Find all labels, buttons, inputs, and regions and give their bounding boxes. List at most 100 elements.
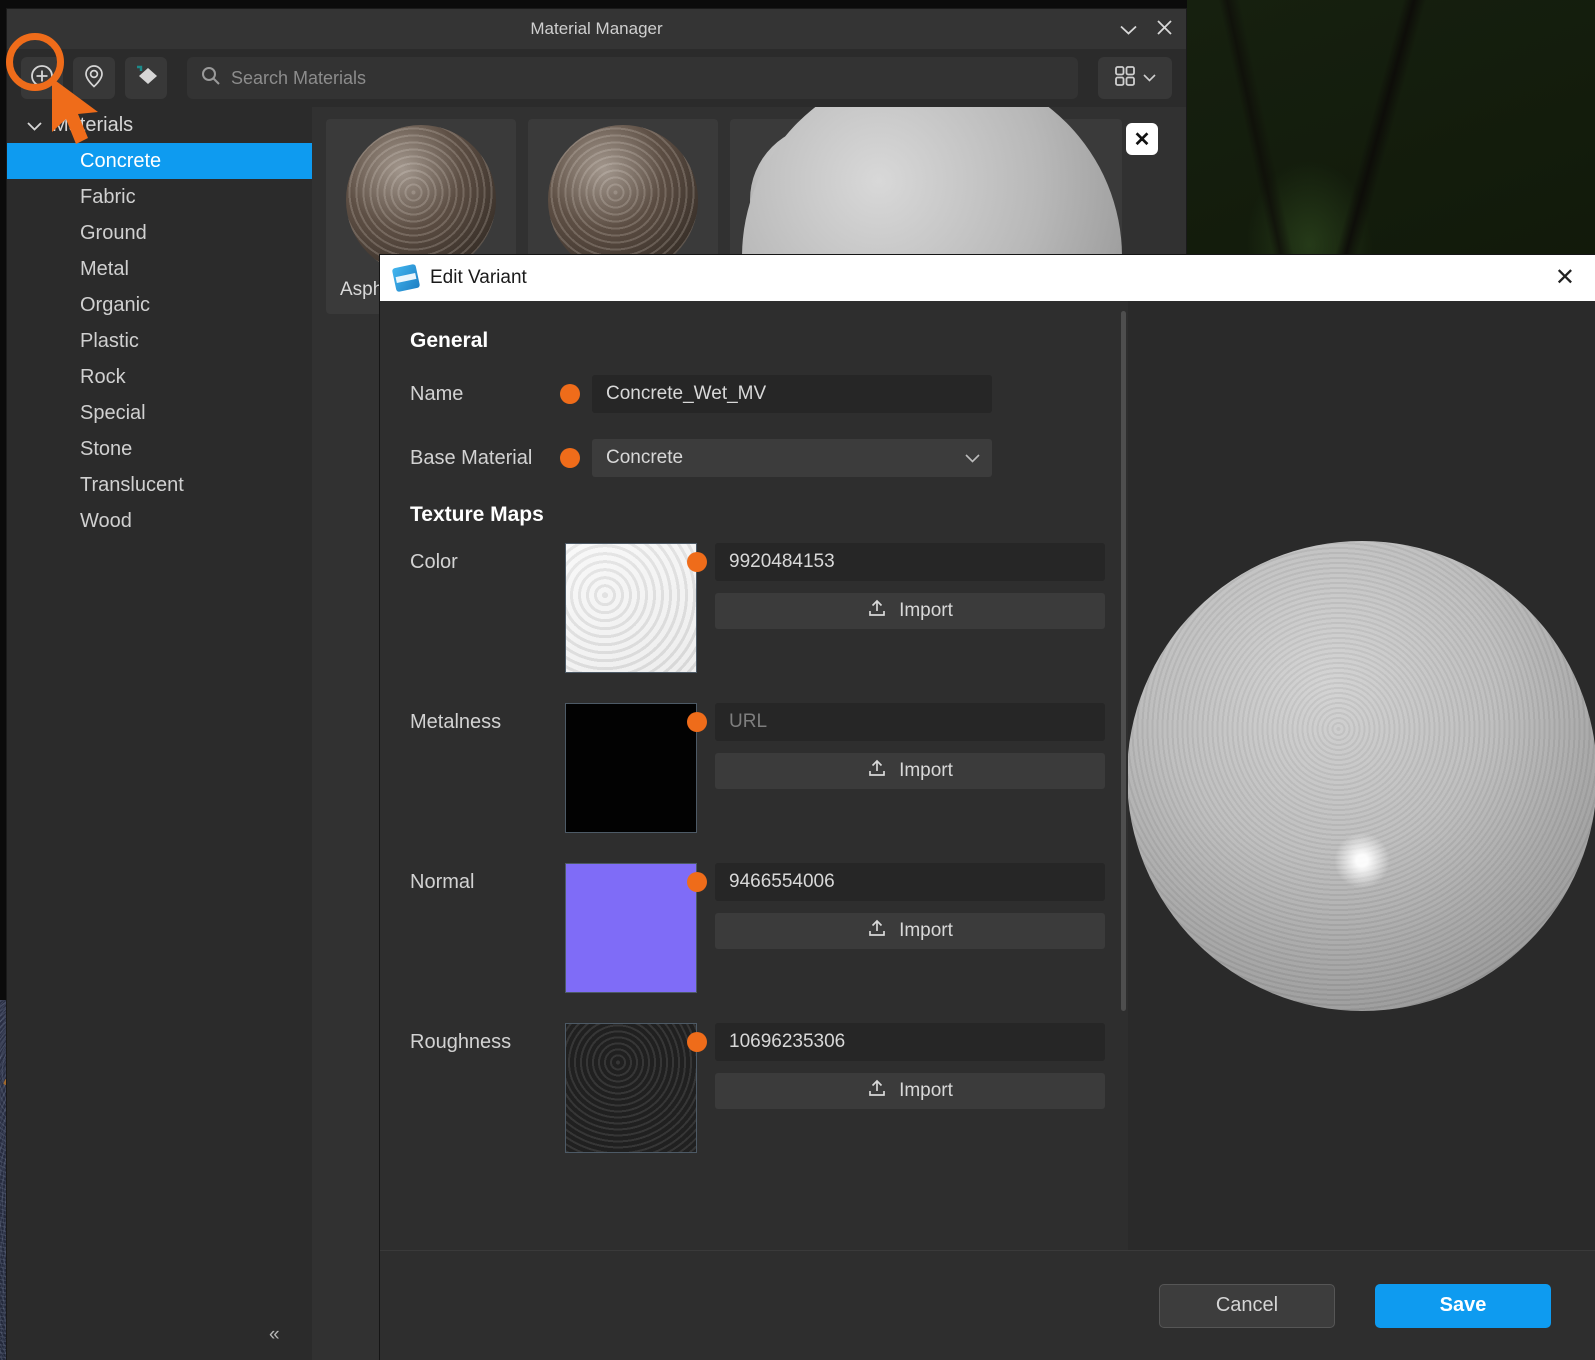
sidebar-item-stone[interactable]: Stone <box>7 431 312 467</box>
name-label: Name <box>410 383 560 406</box>
sidebar-tree-root[interactable]: Materials <box>7 107 312 143</box>
annotation-dot <box>687 552 707 572</box>
chevron-down-icon[interactable] <box>1118 21 1138 38</box>
name-input[interactable] <box>592 375 992 413</box>
texture-maps-heading: Texture Maps <box>410 503 1088 527</box>
grid-view-icon <box>1114 65 1136 92</box>
texture-map-label: Normal <box>410 863 565 993</box>
sidebar-item-label: Organic <box>80 294 150 317</box>
dialog-close-button[interactable]: ✕ <box>1549 266 1581 290</box>
window-title: Material Manager <box>530 19 662 39</box>
sidebar-item-label: Rock <box>80 366 126 389</box>
upload-icon <box>867 918 887 944</box>
texture-map-row-normal: Normal Import <box>410 863 1088 993</box>
diamond-icon <box>133 63 159 94</box>
upload-icon <box>867 758 887 784</box>
texture-map-swatch[interactable] <box>565 543 697 673</box>
annotation-dot <box>687 872 707 892</box>
variant-preview-sphere <box>1128 541 1595 1011</box>
toolbar <box>7 49 1186 107</box>
dialog-preview-panel <box>1128 301 1595 1250</box>
texture-map-fields: Import <box>687 703 1105 833</box>
category-sidebar: Materials Concrete Fabric Ground Metal O… <box>7 107 312 1360</box>
import-button[interactable]: Import <box>715 593 1105 629</box>
import-label: Import <box>899 1080 953 1102</box>
sidebar-item-ground[interactable]: Ground <box>7 215 312 251</box>
map-pin-icon <box>81 63 107 94</box>
import-button[interactable]: Import <box>715 753 1105 789</box>
general-section-heading: General <box>410 329 1088 353</box>
grid-close-button[interactable]: ✕ <box>1126 123 1158 155</box>
texture-map-row-roughness: Roughness Import <box>410 1023 1088 1153</box>
material-preview-sphere <box>548 125 698 275</box>
sidebar-item-label: Plastic <box>80 330 139 353</box>
texture-url-input[interactable] <box>715 863 1105 901</box>
sidebar-item-label: Stone <box>80 438 132 461</box>
search-input[interactable] <box>231 68 1064 89</box>
texture-url-input[interactable] <box>715 543 1105 581</box>
window-titlebar: Material Manager <box>7 9 1186 49</box>
sidebar-item-label: Metal <box>80 258 129 281</box>
sidebar-item-label: Wood <box>80 510 132 533</box>
base-material-field-row: Base Material Concrete <box>410 439 1088 477</box>
app-icon <box>392 264 420 292</box>
sidebar-item-translucent[interactable]: Translucent <box>7 467 312 503</box>
dialog-title: Edit Variant <box>430 267 527 289</box>
dialog-footer: Cancel Save <box>380 1250 1595 1360</box>
name-field-row: Name <box>410 375 1088 413</box>
edit-variant-dialog: Edit Variant ✕ General Name Base Materia… <box>380 255 1595 1360</box>
scrollbar-thumb[interactable] <box>1121 311 1126 1011</box>
dialog-scrollbar[interactable] <box>1118 301 1128 1250</box>
close-icon[interactable] <box>1154 20 1174 38</box>
chevron-down-icon <box>1143 69 1156 87</box>
chevron-down-icon <box>965 450 980 466</box>
sidebar-item-label: Concrete <box>80 150 161 173</box>
dialog-form: General Name Base Material Concrete <box>380 301 1118 1250</box>
sidebar-item-metal[interactable]: Metal <box>7 251 312 287</box>
sidebar-item-concrete[interactable]: Concrete <box>7 143 312 179</box>
base-material-label: Base Material <box>410 447 560 470</box>
save-button[interactable]: Save <box>1375 1284 1551 1328</box>
add-material-button[interactable] <box>21 57 63 99</box>
texture-url-input[interactable] <box>715 1023 1105 1061</box>
sidebar-collapse-button[interactable]: « <box>269 1324 280 1346</box>
base-material-value: Concrete <box>606 447 683 469</box>
import-label: Import <box>899 920 953 942</box>
sidebar-item-plastic[interactable]: Plastic <box>7 323 312 359</box>
sidebar-item-wood[interactable]: Wood <box>7 503 312 539</box>
texture-map-swatch[interactable] <box>565 863 697 993</box>
location-button[interactable] <box>73 57 115 99</box>
annotation-dot <box>560 448 580 468</box>
texture-map-row-color: Color Import <box>410 543 1088 673</box>
material-preview-sphere <box>346 125 496 275</box>
sidebar-item-label: Special <box>80 402 146 425</box>
import-button[interactable]: Import <box>715 1073 1105 1109</box>
texture-url-input[interactable] <box>715 703 1105 741</box>
search-icon <box>201 66 220 90</box>
import-label: Import <box>899 760 953 782</box>
annotation-dot <box>687 1032 707 1052</box>
texture-map-fields: Import <box>687 1023 1105 1153</box>
screen-root: Material Manager <box>0 0 1595 1360</box>
view-mode-button[interactable] <box>1098 57 1172 99</box>
variant-button[interactable] <box>125 57 167 99</box>
sidebar-tree-root-label: Materials <box>52 114 133 137</box>
sidebar-item-label: Fabric <box>80 186 136 209</box>
texture-map-swatch[interactable] <box>565 1023 697 1153</box>
upload-icon <box>867 598 887 624</box>
upload-icon <box>867 1078 887 1104</box>
sidebar-item-fabric[interactable]: Fabric <box>7 179 312 215</box>
search-bar[interactable] <box>187 57 1078 99</box>
texture-map-swatch[interactable] <box>565 703 697 833</box>
sidebar-item-label: Ground <box>80 222 147 245</box>
import-button[interactable]: Import <box>715 913 1105 949</box>
cancel-button[interactable]: Cancel <box>1159 1284 1335 1328</box>
sidebar-item-special[interactable]: Special <box>7 395 312 431</box>
chevron-down-icon <box>27 114 42 137</box>
sidebar-item-rock[interactable]: Rock <box>7 359 312 395</box>
dialog-main: General Name Base Material Concrete <box>380 301 1595 1250</box>
base-material-select[interactable]: Concrete <box>592 439 992 477</box>
circle-plus-icon <box>29 63 55 94</box>
sidebar-item-organic[interactable]: Organic <box>7 287 312 323</box>
texture-map-row-metalness: Metalness Import <box>410 703 1088 833</box>
